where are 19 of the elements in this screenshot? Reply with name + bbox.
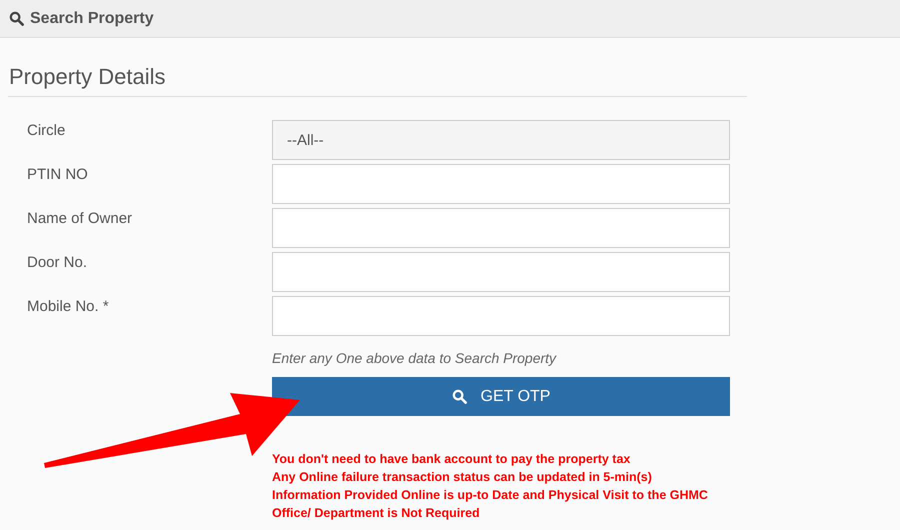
section-title: Property Details <box>8 64 747 97</box>
field-label: Name of Owner <box>27 209 134 229</box>
notice-text: You don't need to have bank account to pay the property tax <box>272 451 632 468</box>
notice-text: Information Provided Online is up-to Date and Physical Visit to the GHMC Office/ Department is Not Required <box>272 487 709 522</box>
search-icon <box>9 11 24 26</box>
field-label: Door No. <box>27 253 88 273</box>
field-label: Mobile No. * <box>27 297 110 317</box>
input-field[interactable] <box>272 164 730 204</box>
select-field[interactable]: --All-- <box>272 120 730 160</box>
input-field[interactable] <box>272 252 730 292</box>
notice-text: Any Online failure transaction status can be updated in 5-min(s) <box>272 469 653 486</box>
field-label: PTIN NO <box>27 165 89 185</box>
field-label: Circle <box>27 121 66 141</box>
input-field[interactable] <box>272 208 730 248</box>
panel-title: Search Property <box>30 10 154 28</box>
search-icon <box>452 389 467 404</box>
input-field[interactable] <box>272 296 730 336</box>
get-otp-button[interactable]: GET OTP <box>272 377 730 416</box>
hint-text: Enter any One above data to Search Property <box>272 350 556 366</box>
